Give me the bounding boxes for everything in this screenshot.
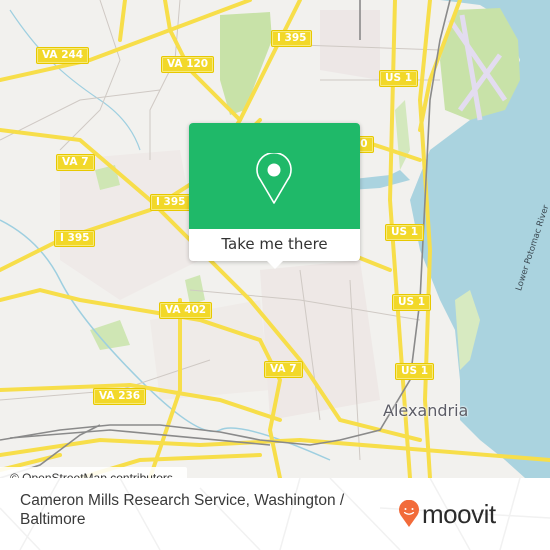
brand-name: moovit [422, 499, 496, 529]
road-shield-va-7: VA 7 [57, 155, 94, 170]
road-shield-va-236: VA 236 [94, 389, 146, 404]
map-pin-icon [256, 153, 292, 204]
place-title: Cameron Mills Research Service, Washingt… [20, 492, 345, 528]
map-attribution[interactable]: © OpenStreetMap contributors [0, 467, 187, 478]
road-shield-va-120: VA 120 [162, 57, 214, 72]
road-shield-va-244: VA 244 [37, 48, 89, 63]
road-shield-us-1: US 1 [393, 295, 431, 310]
footer-bar: Cameron Mills Research Service, Washingt… [0, 478, 550, 550]
road-shield-us-1: US 1 [396, 364, 434, 379]
map-view[interactable]: VA 244 VA 120 I 395 US 1 20 VA 7 I 395 I… [0, 0, 550, 478]
road-shield-i-395: I 395 [272, 31, 312, 46]
popup-header [189, 123, 360, 229]
road-shield-i-395: I 395 [151, 195, 191, 210]
road-shield-us-1: US 1 [386, 225, 424, 240]
moovit-pin-icon [399, 500, 419, 527]
road-shield-va-7: VA 7 [265, 362, 302, 377]
road-shield-us-1: US 1 [380, 71, 418, 86]
road-shield-va-402: VA 402 [160, 303, 212, 318]
city-label: Alexandria [383, 401, 469, 420]
take-me-there-button[interactable]: Take me there [189, 229, 360, 261]
road-shield-i-395: I 395 [55, 231, 95, 246]
location-popup: Take me there [189, 123, 360, 269]
moovit-logo[interactable]: moovit [398, 500, 496, 528]
popup-pointer [267, 261, 283, 269]
